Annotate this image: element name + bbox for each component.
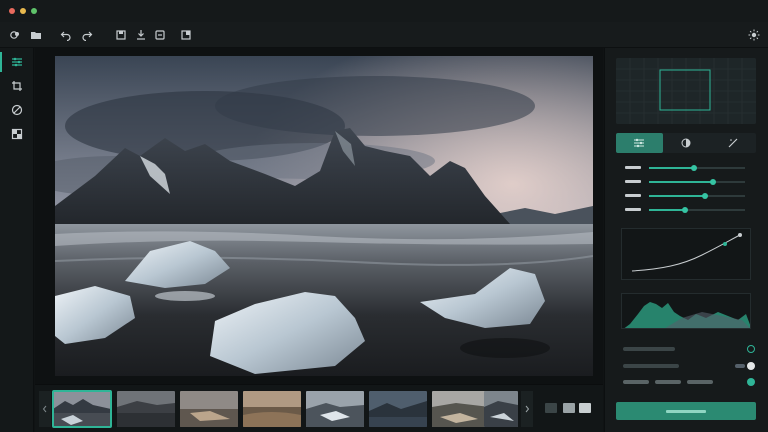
download-icon[interactable] (134, 28, 148, 42)
maximize-window-button[interactable] (31, 8, 37, 14)
thumbnail-4[interactable] (243, 391, 301, 427)
active-tool-indicator (0, 52, 2, 72)
save-icon[interactable] (114, 28, 128, 42)
filmstrip-prev-button[interactable] (39, 391, 51, 427)
thumbnail-3[interactable] (180, 391, 238, 427)
thumbnail-8[interactable] (484, 391, 518, 427)
panel-tabs (616, 133, 756, 153)
toggle-3[interactable] (747, 378, 755, 386)
toggle-1[interactable] (747, 345, 755, 353)
export-button[interactable] (616, 402, 756, 420)
view-compare-icon[interactable] (563, 403, 575, 413)
filmstrip (35, 384, 603, 432)
navigator-preview[interactable] (616, 58, 756, 124)
canvas-area[interactable] (35, 48, 603, 384)
slider-contrast[interactable] (625, 178, 745, 186)
adjust-icon[interactable] (7, 52, 27, 72)
minimize-window-button[interactable] (20, 8, 26, 14)
effects-tab[interactable] (709, 133, 756, 153)
title-bar (0, 0, 768, 22)
color-tab[interactable] (663, 133, 710, 153)
option-row-2[interactable] (619, 361, 755, 371)
slider-highlights[interactable] (625, 192, 745, 200)
thumbnail-7[interactable] (432, 391, 490, 427)
thumbnail-1[interactable] (52, 390, 112, 428)
heal-icon[interactable] (7, 100, 27, 120)
redo-icon[interactable] (80, 28, 94, 42)
option-row-3[interactable] (619, 377, 755, 387)
folder-icon[interactable] (29, 28, 43, 42)
toggle-2[interactable] (747, 362, 755, 370)
slider-label-highlights (625, 194, 641, 197)
crop-icon[interactable] (7, 76, 27, 96)
layers-icon[interactable] (8, 28, 22, 42)
slider-label-contrast (625, 180, 641, 183)
brightness-icon[interactable] (747, 28, 761, 42)
histogram (621, 293, 751, 329)
sliders-tab[interactable] (616, 133, 663, 153)
thumbnail-6[interactable] (369, 391, 427, 427)
view-single-icon[interactable] (579, 403, 591, 413)
adjustments-panel (604, 48, 768, 432)
mask-icon[interactable] (7, 124, 27, 144)
curve-endpoint (738, 233, 742, 237)
tool-rail (0, 48, 34, 432)
close-window-button[interactable] (9, 8, 15, 14)
slider-exposure[interactable] (625, 164, 745, 172)
export-button-label (666, 409, 706, 413)
toolbar (0, 22, 768, 48)
undo-icon[interactable] (59, 28, 73, 42)
slider-shadows[interactable] (625, 206, 745, 214)
curve-point (723, 242, 727, 246)
view-grid-icon[interactable] (545, 403, 557, 413)
option-row-1[interactable] (619, 344, 755, 354)
filmstrip-next-button[interactable] (521, 391, 533, 427)
fullscreen-icon[interactable] (179, 28, 193, 42)
export-icon[interactable] (153, 28, 167, 42)
tone-curve[interactable] (621, 228, 751, 280)
slider-label-exposure (625, 166, 641, 169)
slider-label-shadows (625, 208, 641, 211)
thumbnail-5[interactable] (306, 391, 364, 427)
thumbnail-2[interactable] (117, 391, 175, 427)
main-photo[interactable] (55, 56, 593, 376)
